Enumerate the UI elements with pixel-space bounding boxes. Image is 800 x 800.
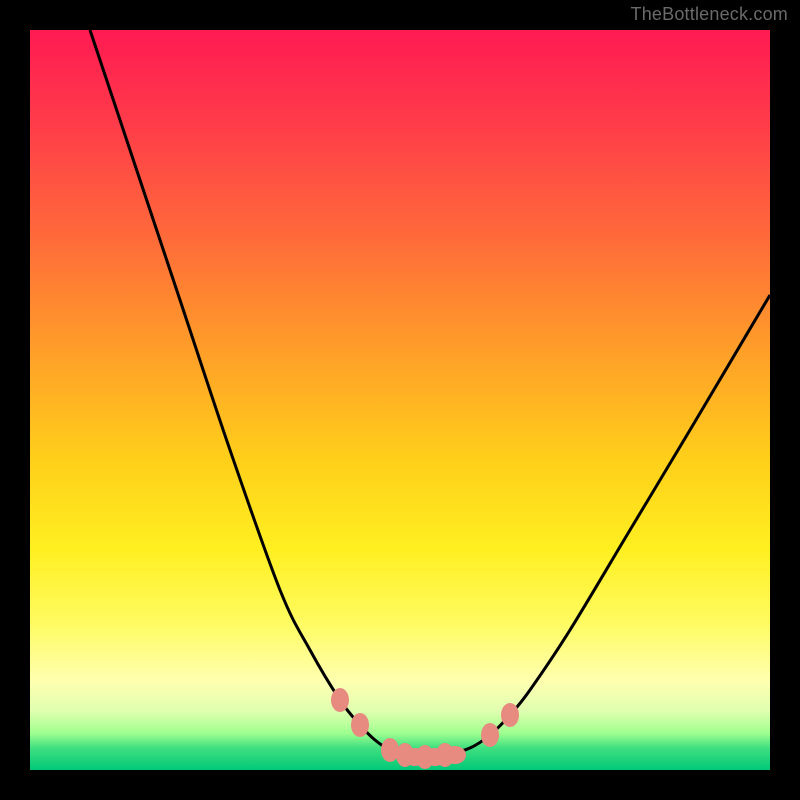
- background-gradient: [30, 30, 770, 770]
- plot-area: [30, 30, 770, 770]
- chart-frame: TheBottleneck.com: [0, 0, 800, 800]
- watermark-text: TheBottleneck.com: [631, 4, 788, 25]
